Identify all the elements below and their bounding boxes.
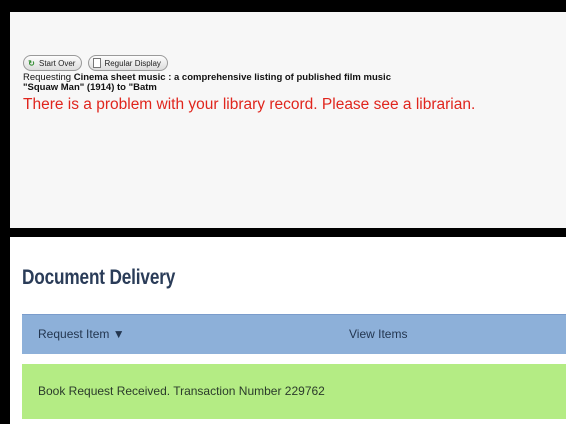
- error-message: There is a problem with your library rec…: [23, 96, 476, 113]
- status-message: Book Request Received. Transaction Numbe…: [38, 384, 325, 398]
- tab-bar: Request Item ▼ View Items: [22, 314, 566, 354]
- catalog-request-panel: [10, 12, 566, 228]
- catalog-toolbar: ↻ Start Over Regular Display: [23, 55, 168, 71]
- tab-view-items[interactable]: View Items: [349, 327, 407, 341]
- page-title: Document Delivery: [22, 266, 176, 289]
- start-over-label: Start Over: [39, 58, 76, 68]
- request-description: Requesting Cinema sheet music : a compre…: [23, 73, 566, 93]
- refresh-icon: ↻: [28, 58, 35, 68]
- request-title-continued: "Squaw Man" (1914) to "Batm: [23, 82, 157, 93]
- regular-display-button[interactable]: Regular Display: [88, 55, 168, 71]
- document-icon: [92, 58, 101, 68]
- status-banner: Book Request Received. Transaction Numbe…: [22, 364, 566, 419]
- regular-display-label: Regular Display: [104, 58, 161, 68]
- tab-request-item[interactable]: Request Item ▼: [38, 327, 125, 341]
- start-over-button[interactable]: ↻ Start Over: [23, 55, 83, 71]
